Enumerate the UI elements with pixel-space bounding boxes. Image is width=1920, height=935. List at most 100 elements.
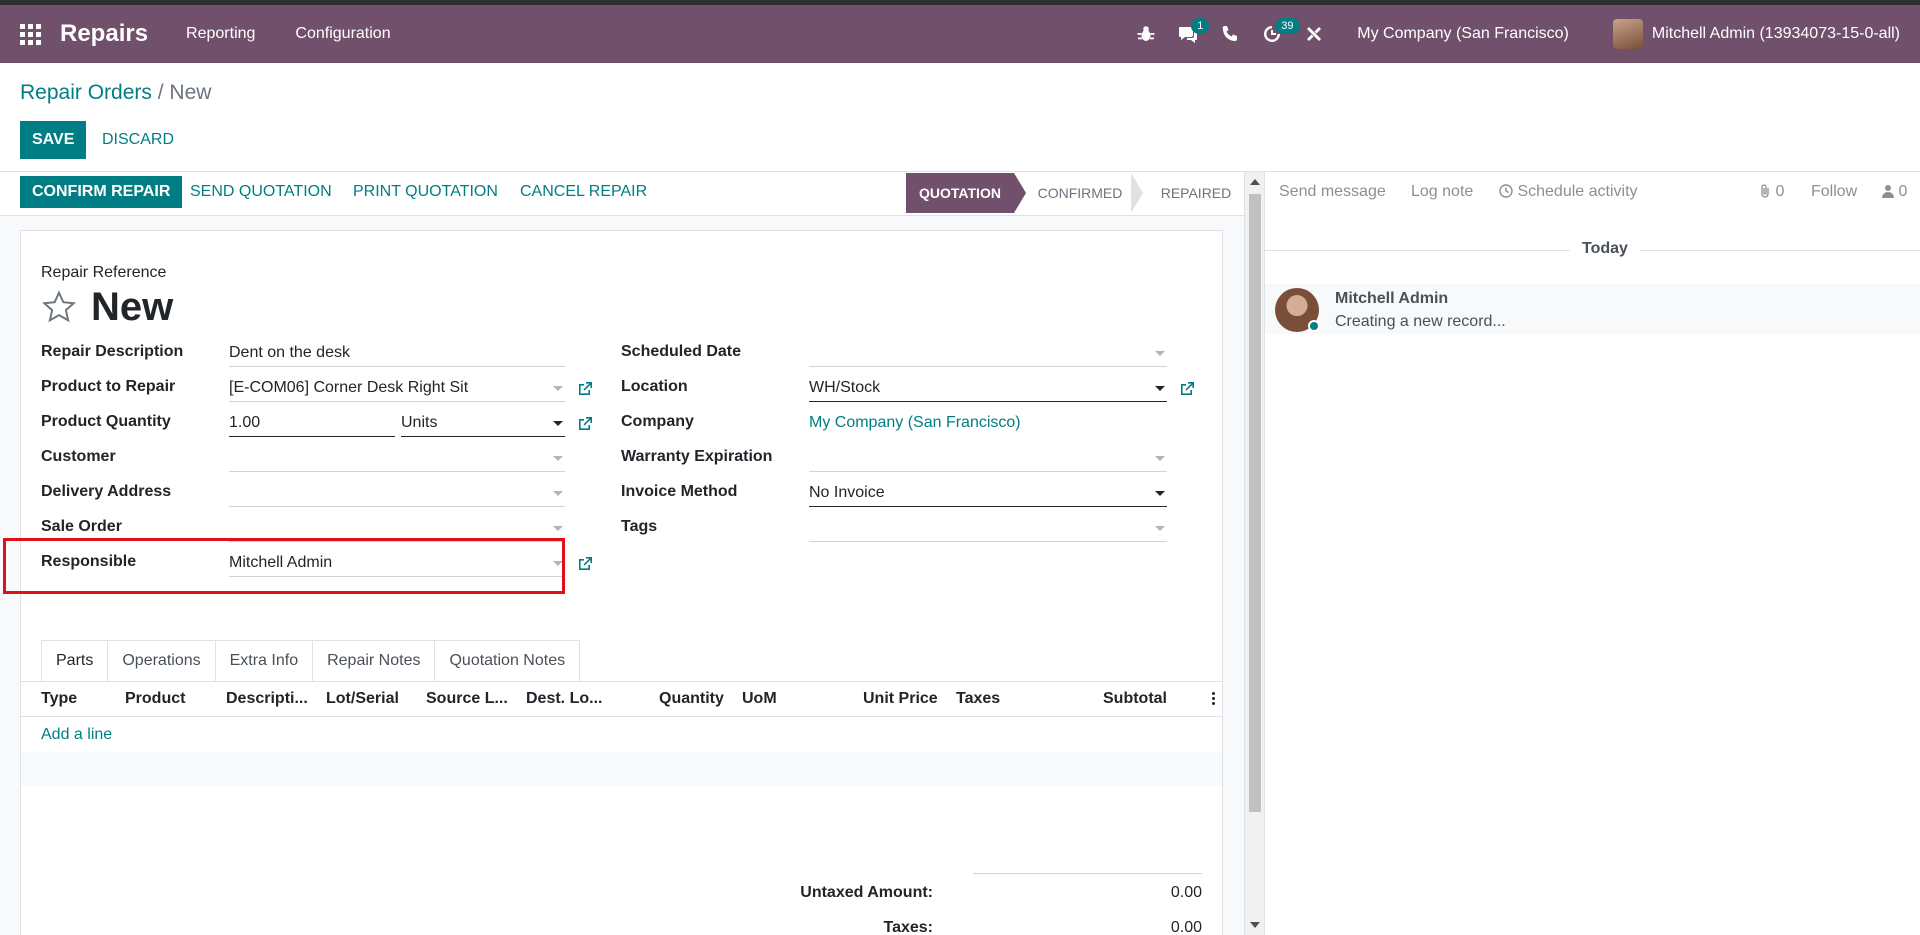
location-select[interactable]: WH/Stock (809, 376, 1167, 402)
chat-icon[interactable]: 1 (1169, 5, 1210, 63)
control-panel: Repair Orders / New SAVE DISCARD (0, 63, 1920, 172)
stage-repaired[interactable]: REPAIRED (1148, 173, 1244, 213)
menu-configuration[interactable]: Configuration (295, 25, 390, 43)
untaxed-amount-label: Untaxed Amount: (800, 884, 933, 901)
schedule-activity-button[interactable]: Schedule activity (1499, 183, 1638, 201)
company-switcher[interactable]: My Company (San Francisco) (1357, 25, 1569, 43)
attachments-button[interactable]: 0 (1759, 183, 1784, 201)
invoice-method-label: Invoice Method (621, 483, 738, 500)
tab-operations[interactable]: Operations (108, 640, 216, 682)
user-avatar[interactable] (1612, 19, 1643, 49)
phone-icon[interactable] (1211, 5, 1249, 63)
send-message-button[interactable]: Send message (1279, 183, 1386, 201)
tags-input[interactable] (809, 516, 1167, 542)
tab-quotation-notes[interactable]: Quotation Notes (435, 640, 581, 682)
column-description[interactable]: Descripti... (226, 690, 308, 708)
invoice-method-select[interactable]: No Invoice (809, 481, 1167, 507)
external-link-icon[interactable] (577, 381, 595, 399)
external-link-icon[interactable] (1179, 381, 1197, 399)
dropdown-caret-icon (553, 421, 563, 426)
repair-description-input[interactable]: Dent on the desk (229, 341, 565, 367)
apps-menu-icon[interactable] (0, 5, 60, 63)
dropdown-caret-icon (1155, 456, 1165, 461)
chat-count-badge: 1 (1191, 18, 1210, 34)
repair-reference-label: Repair Reference (41, 264, 167, 281)
product-to-repair-value: [E-COM06] Corner Desk Right Sit (229, 379, 469, 396)
breadcrumb: Repair Orders / New (20, 81, 211, 105)
debug-bug-icon[interactable] (1127, 5, 1165, 63)
column-dest-location[interactable]: Dest. Lo... (526, 690, 602, 708)
favorite-star-icon[interactable] (41, 289, 77, 325)
company-label: Company (621, 413, 694, 430)
message-author[interactable]: Mitchell Admin (1335, 290, 1448, 308)
followers-button[interactable]: 0 (1882, 183, 1907, 201)
print-quotation-button[interactable]: PRINT QUOTATION (341, 176, 510, 208)
warranty-expiration-input[interactable] (809, 446, 1167, 472)
repair-description-value: Dent on the desk (229, 344, 350, 361)
repair-description-label: Repair Description (41, 343, 184, 360)
dropdown-caret-icon (1155, 526, 1165, 531)
follow-button[interactable]: Follow (1811, 183, 1857, 201)
breadcrumb-current: New (169, 81, 212, 104)
optional-columns-kebab-icon[interactable] (1212, 692, 1216, 707)
user-menu[interactable]: Mitchell Admin (13934073-15-0-all) (1652, 25, 1900, 43)
tab-repair-notes[interactable]: Repair Notes (313, 640, 436, 682)
column-type[interactable]: Type (41, 690, 77, 708)
scroll-down-arrow-icon[interactable] (1250, 922, 1260, 928)
scheduled-date-input[interactable] (809, 341, 1167, 367)
confirm-repair-button[interactable]: CONFIRM REPAIR (20, 176, 183, 208)
stage-quotation[interactable]: QUOTATION (906, 173, 1014, 213)
breadcrumb-separator: / (157, 81, 164, 104)
add-a-line-link[interactable]: Add a line (41, 726, 112, 744)
location-label: Location (621, 378, 688, 395)
sale-order-label: Sale Order (41, 518, 122, 535)
main-navbar: Repairs Reporting Configuration 1 39 My … (0, 5, 1920, 63)
external-link-icon[interactable] (577, 556, 595, 574)
column-product[interactable]: Product (125, 690, 185, 708)
dropdown-caret-icon (1155, 491, 1165, 496)
notebook-tabs: Parts Operations Extra Info Repair Notes… (41, 640, 581, 682)
product-quantity-highlight-box (3, 538, 565, 594)
log-note-button[interactable]: Log note (1411, 183, 1473, 201)
column-subtotal[interactable]: Subtotal (1103, 690, 1167, 708)
cancel-repair-button[interactable]: CANCEL REPAIR (508, 176, 659, 208)
company-field[interactable]: My Company (San Francisco) (809, 411, 1167, 437)
stage-arrow (1131, 173, 1143, 213)
stage-arrow (1014, 173, 1026, 213)
tab-extra-info[interactable]: Extra Info (215, 640, 314, 682)
company-link[interactable]: My Company (San Francisco) (809, 414, 1021, 431)
scroll-thumb[interactable] (1249, 194, 1261, 812)
column-unit-price[interactable]: Unit Price (863, 690, 938, 708)
scroll-up-arrow-icon[interactable] (1250, 179, 1260, 185)
product-quantity-input[interactable]: 1.00 (229, 411, 395, 437)
delivery-address-input[interactable] (229, 481, 565, 507)
column-quantity[interactable]: Quantity (659, 690, 724, 708)
tools-icon[interactable] (1295, 5, 1333, 63)
tab-parts[interactable]: Parts (41, 640, 109, 682)
column-uom[interactable]: UoM (742, 690, 777, 708)
column-taxes[interactable]: Taxes (956, 690, 1000, 708)
breadcrumb-repair-orders[interactable]: Repair Orders (20, 81, 152, 104)
column-source-location[interactable]: Source L... (426, 690, 508, 708)
uom-select[interactable]: Units (401, 411, 565, 437)
day-separator-label: Today (1570, 240, 1640, 258)
app-name[interactable]: Repairs (60, 20, 148, 48)
send-quotation-button[interactable]: SEND QUOTATION (178, 176, 344, 208)
form-area: CONFIRM REPAIR SEND QUOTATION PRINT QUOT… (0, 172, 1264, 935)
product-to-repair-input[interactable]: [E-COM06] Corner Desk Right Sit (229, 376, 565, 402)
form-scrollbar[interactable] (1244, 172, 1264, 935)
external-link-icon[interactable] (577, 416, 595, 434)
untaxed-amount-value: 0.00 (1170, 884, 1202, 901)
activity-clock-icon[interactable]: 39 (1253, 5, 1300, 63)
followers-count: 0 (1898, 183, 1908, 200)
save-button[interactable]: SAVE (20, 121, 87, 159)
stage-confirmed[interactable]: CONFIRMED (1030, 173, 1130, 213)
delivery-address-label: Delivery Address (41, 483, 172, 500)
menu-reporting[interactable]: Reporting (186, 25, 255, 43)
online-status-dot (1308, 320, 1320, 332)
column-lot-serial[interactable]: Lot/Serial (326, 690, 399, 708)
customer-input[interactable] (229, 446, 565, 472)
product-quantity-label: Product Quantity (41, 413, 171, 430)
uom-value: Units (401, 414, 438, 431)
discard-button[interactable]: DISCARD (100, 121, 176, 159)
